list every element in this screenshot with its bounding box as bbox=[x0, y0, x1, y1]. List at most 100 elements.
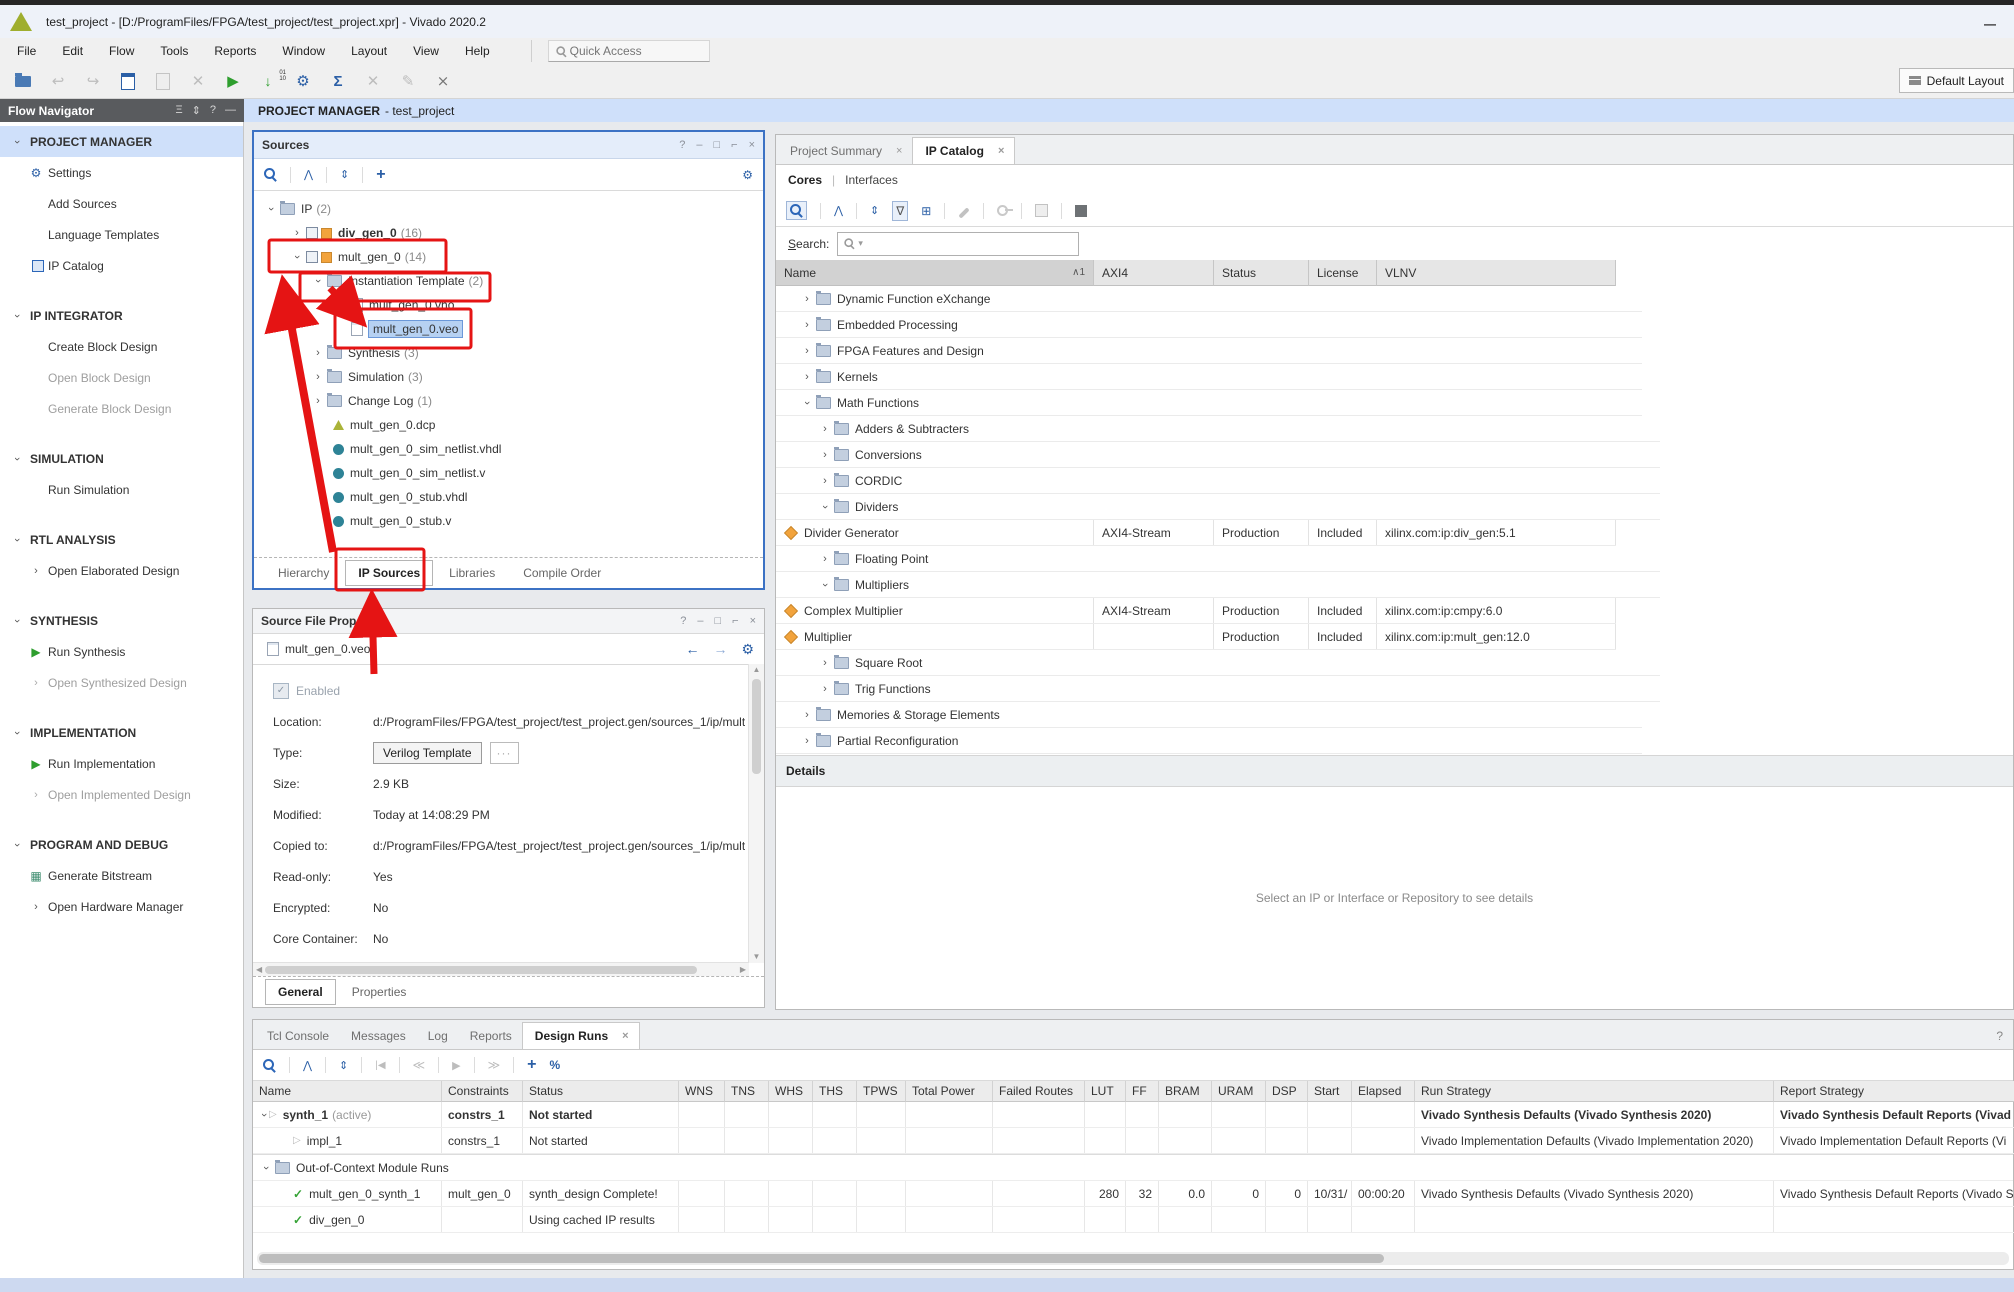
file-type-button[interactable]: Verilog Template bbox=[373, 742, 482, 764]
gear-icon[interactable]: ⚙ bbox=[741, 641, 754, 658]
tab-libraries[interactable]: Libraries bbox=[437, 561, 507, 585]
tree-item-simulation[interactable]: › Simulation(3) bbox=[254, 365, 763, 389]
menu-edit[interactable]: Edit bbox=[49, 40, 96, 62]
float-icon[interactable]: ⌐ bbox=[731, 139, 737, 151]
tab-reports[interactable]: Reports bbox=[458, 1023, 522, 1049]
tab-log[interactable]: Log bbox=[416, 1023, 458, 1049]
sidebar-section-implementation[interactable]: › IMPLEMENTATION bbox=[0, 717, 243, 748]
column-tns[interactable]: TNS bbox=[725, 1081, 769, 1102]
tab-compile-order[interactable]: Compile Order bbox=[511, 561, 613, 585]
tree-item-stub-vhdl[interactable]: mult_gen_0_stub.vhdl bbox=[254, 485, 763, 509]
column-name[interactable]: Name ∧1 bbox=[776, 260, 1094, 286]
column-elapsed[interactable]: Elapsed bbox=[1352, 1081, 1415, 1102]
tree-item-instantiation-template[interactable]: › Instantiation Template(2) bbox=[254, 269, 763, 293]
tree-item-mult-gen-0-dcp[interactable]: mult_gen_0.dcp bbox=[254, 413, 763, 437]
sidebar-section-program-and-debug[interactable]: › PROGRAM AND DEBUG bbox=[0, 829, 243, 860]
marker-icon[interactable]: ⨯ bbox=[434, 72, 452, 90]
ip-row-divider-generator[interactable]: Divider Generator AXI4-Stream Production… bbox=[776, 520, 1616, 546]
column-uram[interactable]: URAM bbox=[1212, 1081, 1266, 1102]
gear-icon[interactable]: ⚙ bbox=[742, 168, 753, 182]
tab-properties[interactable]: Properties bbox=[340, 980, 419, 1004]
search-icon[interactable] bbox=[264, 168, 277, 181]
ip-row-multiplier[interactable]: Multiplier Production Included xilinx.co… bbox=[776, 624, 1616, 650]
run-row-div-gen-0[interactable]: ✓div_gen_0 Using cached IP results bbox=[253, 1207, 2014, 1233]
float-icon[interactable]: ⌐ bbox=[732, 615, 738, 627]
run-icon[interactable]: ▶ bbox=[452, 1059, 460, 1072]
menu-tools[interactable]: Tools bbox=[147, 40, 201, 62]
ip-category-row[interactable]: ›Multipliers bbox=[776, 572, 1660, 598]
ip-category-row[interactable]: ›Floating Point bbox=[776, 546, 1660, 572]
ip-category-row[interactable]: ›Partial Reconfiguration bbox=[776, 728, 1642, 754]
ip-category-row[interactable]: ›Memories & Storage Elements bbox=[776, 702, 1642, 728]
first-run-icon[interactable]: |◀ bbox=[375, 1060, 385, 1071]
column-status[interactable]: Status bbox=[523, 1081, 679, 1102]
tab-general[interactable]: General bbox=[265, 979, 336, 1005]
subtab-interfaces[interactable]: Interfaces bbox=[845, 173, 898, 187]
menu-reports[interactable]: Reports bbox=[201, 40, 269, 62]
tab-hierarchy[interactable]: Hierarchy bbox=[266, 561, 341, 585]
tree-item-mult-gen-0-veo[interactable]: mult_gen_0.veo bbox=[254, 317, 763, 341]
more-options-button[interactable]: ··· bbox=[490, 742, 519, 764]
sidebar-item-open-implemented-design[interactable]: › Open Implemented Design bbox=[0, 779, 243, 810]
column-report-strategy[interactable]: Report Strategy bbox=[1774, 1081, 2014, 1102]
column-axi4[interactable]: AXI4 bbox=[1094, 260, 1214, 286]
sidebar-section-ip-integrator[interactable]: › IP INTEGRATOR bbox=[0, 300, 243, 331]
expand-all-icon[interactable]: ⇕ bbox=[339, 1059, 348, 1072]
sidebar-item-language-templates[interactable]: Language Templates bbox=[0, 219, 243, 250]
horizontal-scrollbar[interactable]: ◀▶ bbox=[253, 962, 749, 976]
enabled-checkbox[interactable]: ✓ bbox=[273, 683, 289, 699]
collapse-all-icon[interactable]: ⋀ bbox=[304, 168, 313, 181]
scrollbar-thumb[interactable] bbox=[265, 966, 697, 974]
close-icon[interactable]: × bbox=[750, 615, 756, 627]
tree-item-mult-gen-0[interactable]: › mult_gen_0(14) bbox=[254, 245, 763, 269]
close-icon[interactable]: × bbox=[998, 145, 1004, 157]
edit-icon[interactable]: ✎ bbox=[399, 72, 417, 90]
percent-icon[interactable]: % bbox=[549, 1058, 560, 1072]
step-forward-icon[interactable]: ≫ bbox=[488, 1058, 501, 1072]
ip-category-row[interactable]: ›Math Functions bbox=[776, 390, 1642, 416]
sidebar-item-run-implementation[interactable]: ▶ Run Implementation bbox=[0, 748, 243, 779]
cancel-icon[interactable]: ✕ bbox=[364, 72, 382, 90]
maximize-icon[interactable]: □ bbox=[714, 615, 721, 627]
tree-item-synthesis[interactable]: › Synthesis(3) bbox=[254, 341, 763, 365]
close-icon[interactable]: × bbox=[896, 145, 902, 157]
collapse-all-icon[interactable]: ⋀ bbox=[834, 204, 843, 217]
delete-icon[interactable]: ✕ bbox=[189, 72, 207, 90]
open-project-icon[interactable] bbox=[14, 72, 32, 90]
help-icon[interactable]: ? bbox=[1996, 1029, 2003, 1049]
quick-access-input[interactable] bbox=[568, 43, 682, 59]
sidebar-section-project-manager[interactable]: › PROJECT MANAGER bbox=[0, 126, 243, 157]
ip-category-row[interactable]: ›Square Root bbox=[776, 650, 1660, 676]
scrollbar-thumb[interactable] bbox=[752, 679, 761, 774]
quick-access-search[interactable] bbox=[548, 40, 710, 62]
default-layout-button[interactable]: Default Layout bbox=[1899, 68, 2014, 93]
minimize-button[interactable]: — bbox=[1984, 17, 1996, 31]
tree-item-change-log[interactable]: › Change Log(1) bbox=[254, 389, 763, 413]
step-icon[interactable]: ↓0110 bbox=[259, 72, 277, 90]
add-sources-icon[interactable]: + bbox=[376, 166, 385, 184]
tree-item-sim-netlist-v[interactable]: mult_gen_0_sim_netlist.v bbox=[254, 461, 763, 485]
tab-tcl-console[interactable]: Tcl Console bbox=[255, 1023, 339, 1049]
run-group-out-of-context[interactable]: › Out-of-Context Module Runs bbox=[253, 1154, 2013, 1181]
sidebar-item-create-block-design[interactable]: Create Block Design bbox=[0, 331, 243, 362]
sidebar-section-rtl-analysis[interactable]: › RTL ANALYSIS bbox=[0, 524, 243, 555]
filter-icon[interactable]: ∇ bbox=[892, 201, 908, 221]
sidebar-section-simulation[interactable]: › SIMULATION bbox=[0, 443, 243, 474]
expand-all-icon[interactable]: ⇕ bbox=[340, 168, 349, 181]
search-icon[interactable] bbox=[263, 1059, 276, 1072]
menu-view[interactable]: View bbox=[400, 40, 452, 62]
collapse-all-icon[interactable]: Ξ bbox=[176, 104, 183, 117]
ip-category-row[interactable]: ›Kernels bbox=[776, 364, 1642, 390]
run-icon[interactable]: ▶ bbox=[224, 72, 242, 90]
undo-icon[interactable]: ↩ bbox=[49, 72, 67, 90]
sidebar-item-generate-bitstream[interactable]: ▦ Generate Bitstream bbox=[0, 860, 243, 891]
group-by-icon[interactable]: ⊞ bbox=[921, 204, 931, 218]
tab-design-runs[interactable]: Design Runs× bbox=[522, 1022, 640, 1049]
column-constraints[interactable]: Constraints bbox=[442, 1081, 523, 1102]
column-name[interactable]: Name bbox=[253, 1081, 442, 1102]
ip-category-row[interactable]: ›Adders & Subtracters bbox=[776, 416, 1660, 442]
column-vlnv[interactable]: VLNV bbox=[1377, 260, 1616, 286]
column-ff[interactable]: FF bbox=[1126, 1081, 1159, 1102]
report-sum-icon[interactable]: Σ bbox=[329, 72, 347, 90]
sidebar-item-open-elaborated-design[interactable]: › Open Elaborated Design bbox=[0, 555, 243, 586]
